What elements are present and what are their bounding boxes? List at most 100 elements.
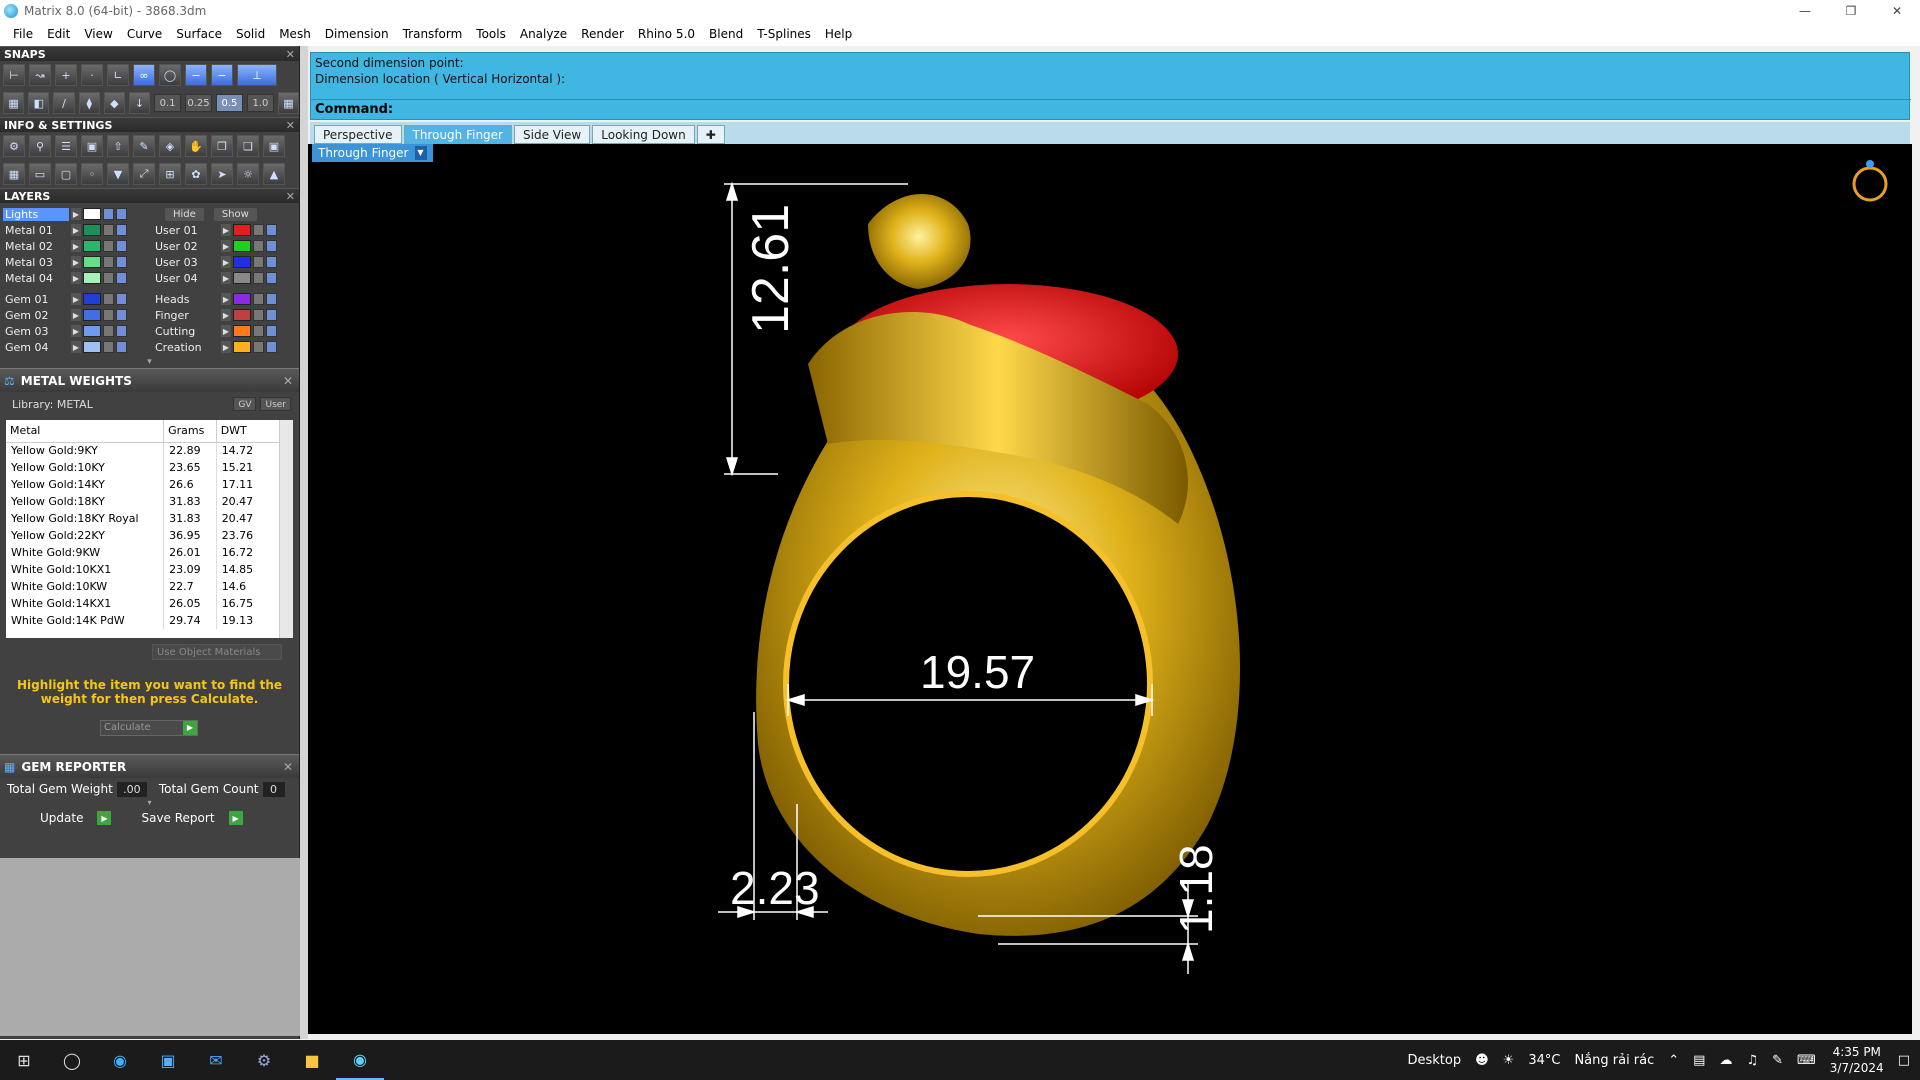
menu-blend[interactable]: Blend <box>702 22 750 46</box>
app-icon[interactable]: ⚙ <box>240 1040 288 1080</box>
panel-splitter[interactable] <box>300 46 308 1039</box>
minimize-button[interactable]: — <box>1782 0 1828 22</box>
table-row[interactable]: Yellow Gold:9KY 22.89 14.72 <box>6 442 286 459</box>
layer-arrow-icon[interactable]: ▶ <box>221 325 231 337</box>
layer-lock-icon[interactable] <box>253 293 264 305</box>
table-row[interactable]: Yellow Gold:10KY 23.65 15.21 <box>6 459 286 476</box>
step-0-5[interactable]: 0.5 <box>216 94 243 112</box>
info-close-icon[interactable]: ✕ <box>286 118 295 133</box>
snap-quad-icon[interactable]: − <box>185 64 207 86</box>
layer-arrow-icon[interactable]: ▶ <box>221 224 231 236</box>
layer-arrow-icon[interactable]: ▶ <box>221 293 231 305</box>
planar-icon[interactable]: ◧ <box>28 92 50 114</box>
cursor-icon[interactable]: ➤ <box>211 163 233 185</box>
layer-arrow-icon[interactable]: ▶ <box>221 240 231 252</box>
layer-arrow-icon[interactable]: ▶ <box>71 272 81 284</box>
close-button[interactable]: ✕ <box>1874 0 1920 22</box>
layer-swatch[interactable] <box>83 256 101 268</box>
weather-icon[interactable]: ☀ <box>1503 1053 1515 1068</box>
command-input[interactable] <box>399 101 1900 118</box>
weather-text[interactable]: Nắng rải rác <box>1574 1053 1654 1068</box>
layer-row-metal-01[interactable]: Metal 01 ▶ <box>3 222 151 238</box>
layer-visible-icon[interactable] <box>266 256 277 268</box>
layer-visible-icon[interactable] <box>116 293 127 305</box>
box-icon[interactable]: ▢ <box>55 163 77 185</box>
layer-lock-icon[interactable] <box>103 293 114 305</box>
layer-row-gem-04[interactable]: Gem 04 ▶ <box>3 339 151 355</box>
menu-dimension[interactable]: Dimension <box>318 22 396 46</box>
zoom-icon[interactable]: ⚲ <box>29 135 51 157</box>
snaps-close-icon[interactable]: ✕ <box>286 47 295 62</box>
layer-visible-icon[interactable] <box>266 293 277 305</box>
menu-transform[interactable]: Transform <box>396 22 470 46</box>
layer-row-user-02[interactable]: User 02 ▶ <box>153 238 301 254</box>
layer-visible-icon[interactable] <box>266 224 277 236</box>
menu-tools[interactable]: Tools <box>469 22 513 46</box>
layer-swatch[interactable] <box>83 224 101 236</box>
layer-lock-icon[interactable] <box>253 341 264 353</box>
layer-swatch[interactable] <box>83 272 101 284</box>
layer-swatch[interactable] <box>233 272 251 284</box>
layers-stack-icon[interactable]: ☰ <box>55 135 77 157</box>
layer-lock-icon[interactable] <box>253 240 264 252</box>
settings-gear-icon[interactable]: ⚙ <box>3 135 25 157</box>
tab-side-view[interactable]: Side View <box>514 125 591 144</box>
col-metal[interactable]: Metal <box>6 420 165 443</box>
menu-curve[interactable]: Curve <box>120 22 169 46</box>
layout-icon[interactable]: ▦ <box>3 163 25 185</box>
step-1-0[interactable]: 1.0 <box>246 94 274 112</box>
temperature[interactable]: 34°C <box>1528 1053 1560 1068</box>
snap-point-icon[interactable]: + <box>55 64 77 86</box>
user-toggle[interactable]: User <box>260 397 291 411</box>
layer-lock-icon[interactable] <box>103 309 114 321</box>
calc-icon[interactable]: ⊞ <box>159 163 181 185</box>
layer-arrow-icon[interactable]: ▶ <box>221 309 231 321</box>
calculate-button[interactable]: Calculate ▶ <box>100 720 198 736</box>
layer-lock-icon[interactable] <box>253 309 264 321</box>
layer-visible-icon[interactable] <box>266 240 277 252</box>
layer-lock-icon[interactable] <box>103 341 114 353</box>
layer-arrow-icon[interactable]: ▶ <box>71 224 81 236</box>
tab-through-finger[interactable]: Through Finger <box>403 125 512 144</box>
col-dwt[interactable]: DWT <box>216 420 286 443</box>
layer-row-gem-01[interactable]: Gem 01 ▶ <box>3 291 151 307</box>
menu-rhino[interactable]: Rhino 5.0 <box>631 22 702 46</box>
layer-arrow-icon[interactable]: ▶ <box>71 293 81 305</box>
filter-icon[interactable]: ▼ <box>107 163 129 185</box>
snap-knot-icon[interactable]: − <box>211 64 233 86</box>
search-icon[interactable]: ◯ <box>48 1040 96 1080</box>
layer-swatch[interactable] <box>233 224 251 236</box>
shade-icon[interactable]: ◦ <box>81 163 103 185</box>
render-icon[interactable]: ✿ <box>185 163 207 185</box>
layer-lock-icon[interactable] <box>103 256 114 268</box>
layers-close-icon[interactable]: ✕ <box>286 189 295 204</box>
snap-near-icon[interactable]: ↝ <box>29 64 51 86</box>
update-button[interactable]: Update ▶ <box>40 811 112 825</box>
layer-swatch[interactable] <box>83 309 101 321</box>
menu-view[interactable]: View <box>77 22 119 46</box>
snap-tan-icon[interactable]: ∞ <box>133 64 155 86</box>
snap-perp-icon[interactable]: ∟ <box>107 64 129 86</box>
layer-row-metal-04[interactable]: Metal 04 ▶ <box>3 270 151 286</box>
clock[interactable]: 4:35 PM 3/7/2024 <box>1830 1044 1884 1076</box>
layer-row-cutting[interactable]: Cutting ▶ <box>153 323 301 339</box>
network-icon[interactable]: ▤ <box>1693 1053 1705 1068</box>
step-0-25[interactable]: 0.25 <box>185 94 212 112</box>
edge-browser-icon[interactable]: ◉ <box>96 1040 144 1080</box>
ring-view-icon[interactable] <box>1852 160 1888 202</box>
table-row[interactable]: White Gold:9KW 26.01 16.72 <box>6 544 286 561</box>
diag-icon[interactable]: ⧫ <box>78 92 100 114</box>
layer-row-lights[interactable]: Lights ▶ <box>3 206 151 222</box>
layer-visible-icon[interactable] <box>116 240 127 252</box>
layer-visible-icon[interactable] <box>116 325 127 337</box>
layer-swatch[interactable] <box>233 341 251 353</box>
hand-icon[interactable]: ✋ <box>185 135 207 157</box>
tab-perspective[interactable]: Perspective <box>314 125 402 144</box>
layer-row-user-04[interactable]: User 04 ▶ <box>153 270 301 286</box>
transform-icon[interactable]: ⤢ <box>133 163 155 185</box>
save-report-button[interactable]: Save Report ▶ <box>141 811 243 825</box>
menu-analyze[interactable]: Analyze <box>513 22 574 46</box>
layer-visible-icon[interactable] <box>116 272 127 284</box>
layer-arrow-icon[interactable]: ▶ <box>221 341 231 353</box>
layer-arrow-icon[interactable]: ▶ <box>71 309 81 321</box>
